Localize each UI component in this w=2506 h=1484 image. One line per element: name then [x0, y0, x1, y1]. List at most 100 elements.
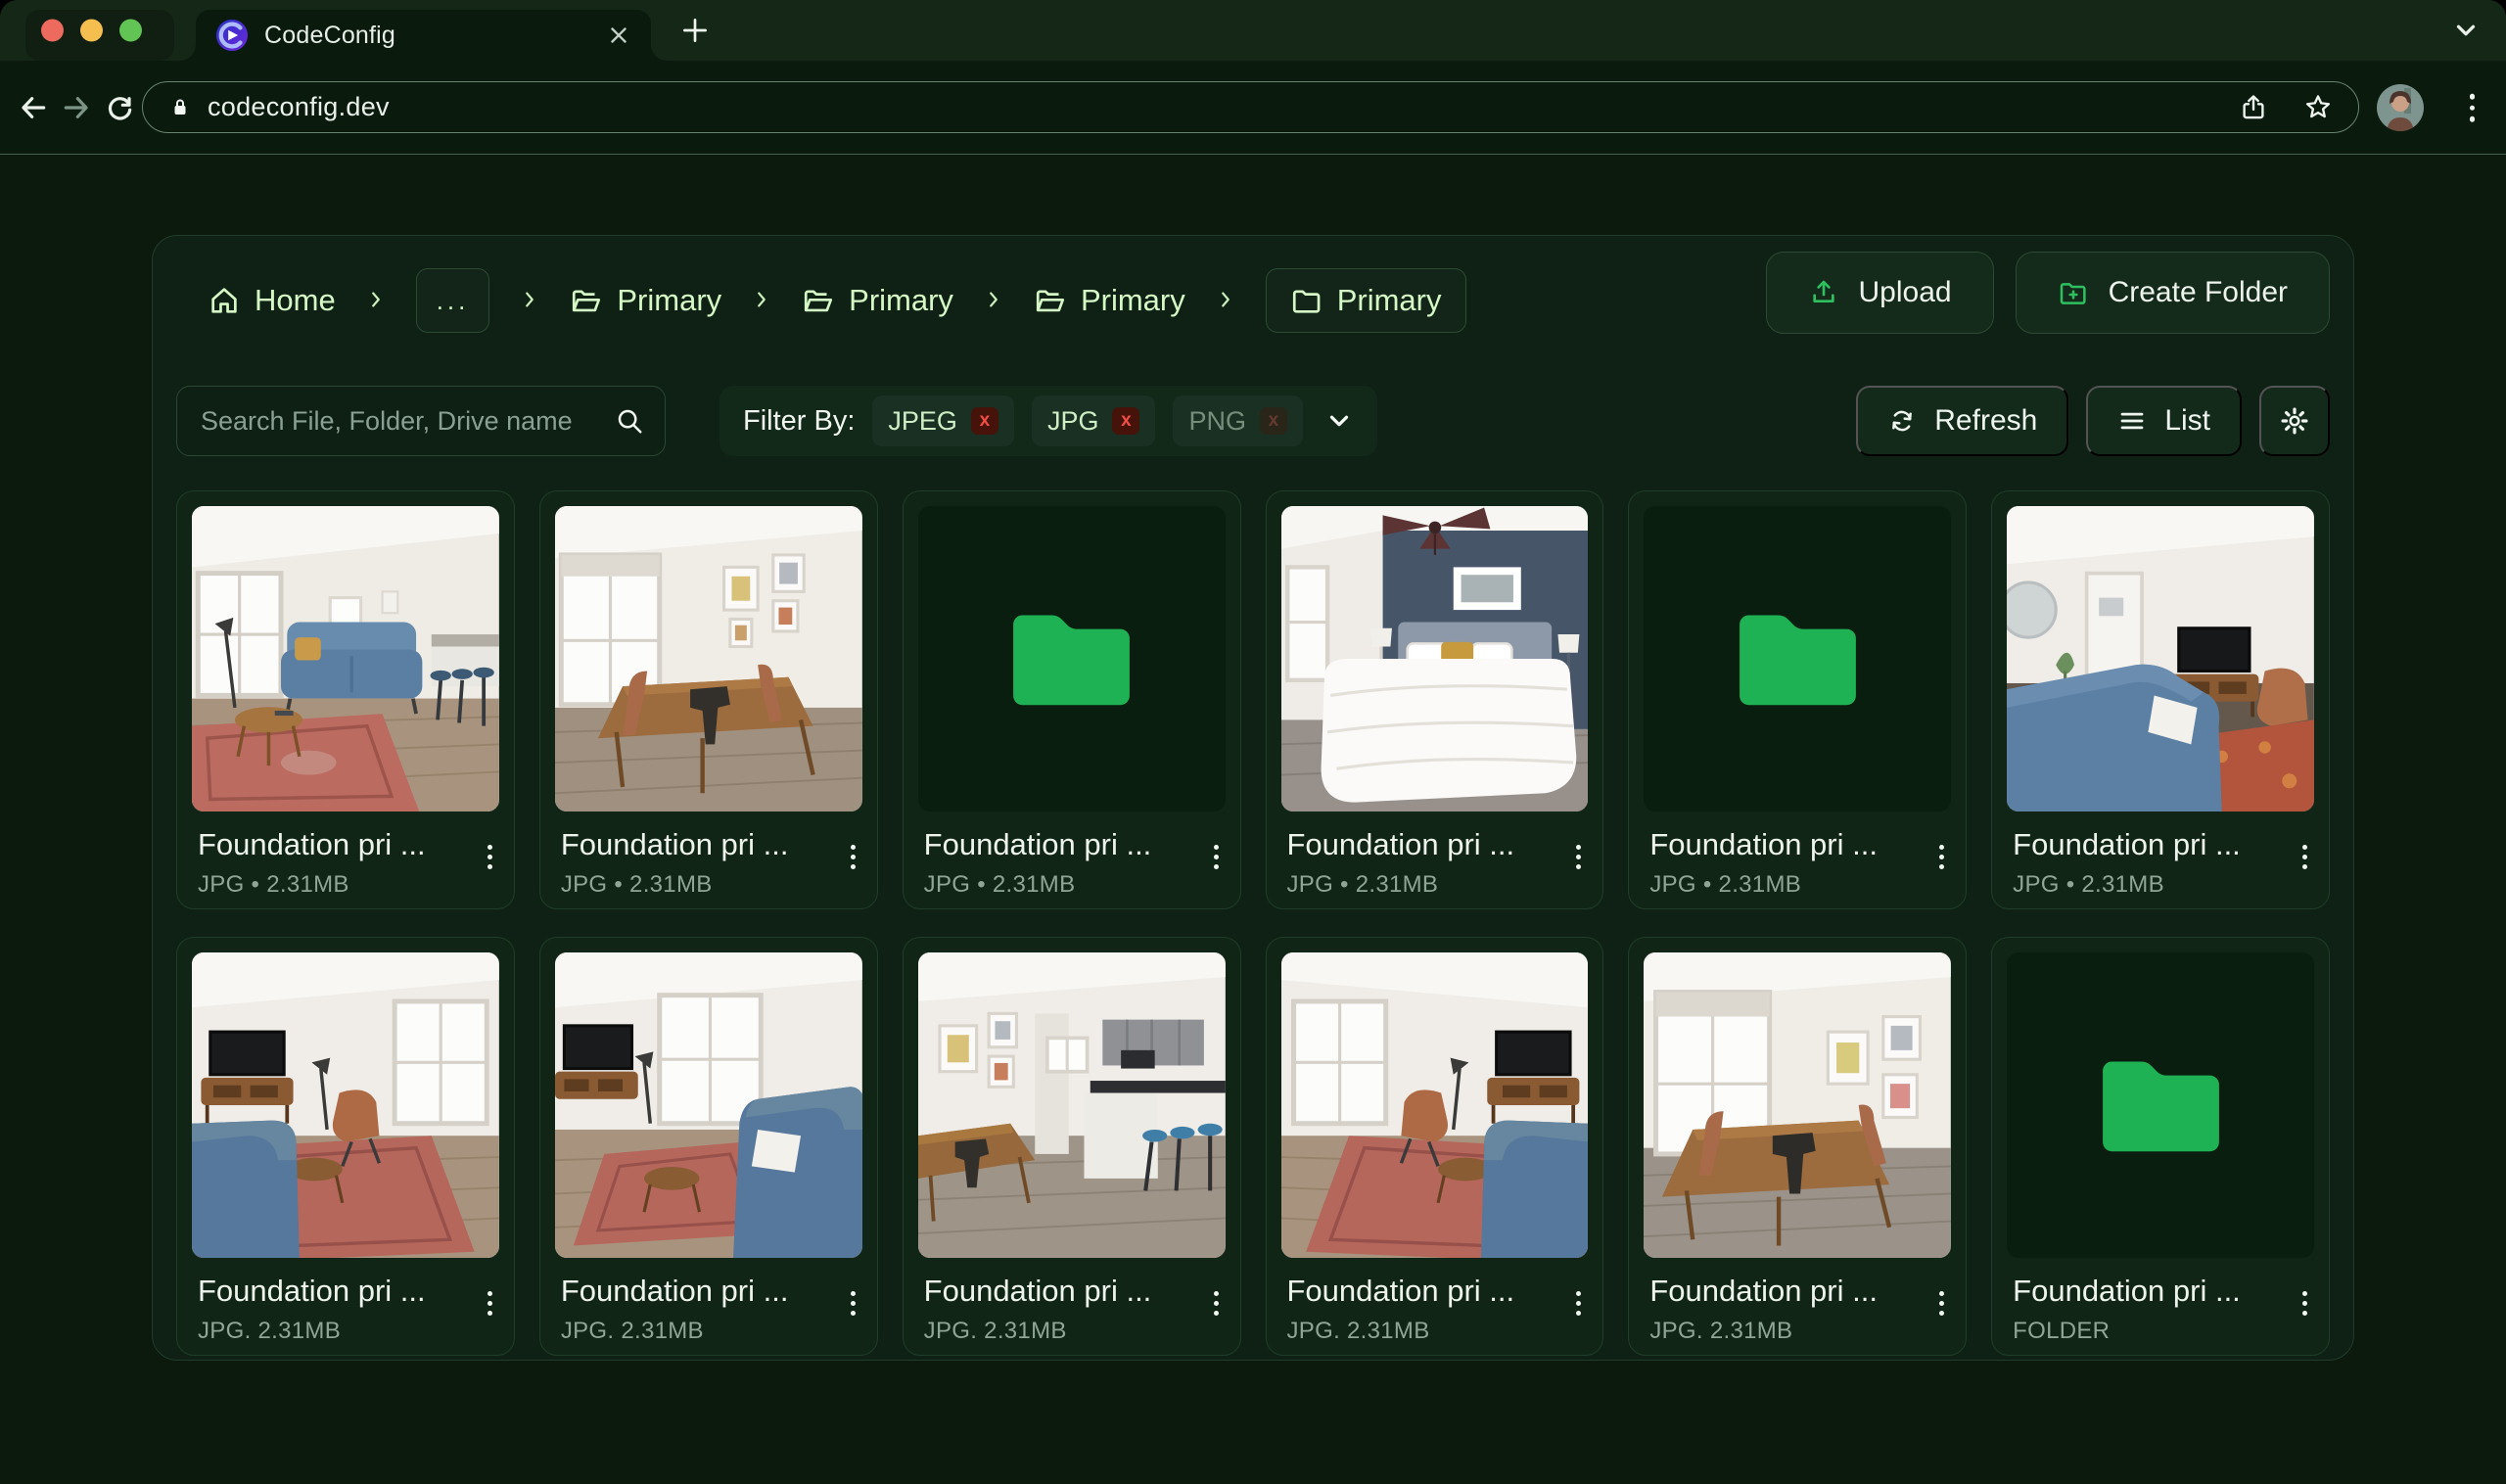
- search-input[interactable]: [176, 386, 666, 456]
- create-folder-label: Create Folder: [2109, 276, 2288, 309]
- breadcrumb-current-folder[interactable]: Primary: [1266, 268, 1466, 333]
- file-meta: JPG. 2.31MB: [198, 1318, 499, 1345]
- folder-icon: [2095, 1051, 2227, 1159]
- filter-chip-png[interactable]: PNG x: [1173, 395, 1303, 446]
- breadcrumb-folder[interactable]: Primary: [802, 283, 953, 318]
- file-menu-kebab-icon[interactable]: [487, 1291, 492, 1316]
- home-icon: [208, 284, 241, 317]
- filter-chip-jpeg[interactable]: JPEG x: [872, 395, 1014, 446]
- bookmark-star-icon[interactable]: [2303, 93, 2333, 122]
- settings-button[interactable]: [2259, 386, 2330, 456]
- file-card[interactable]: Foundation pri ... JPG • 2.31MB: [539, 490, 878, 909]
- minimize-window-button[interactable]: [80, 20, 103, 42]
- list-view-button[interactable]: List: [2086, 386, 2242, 456]
- file-title: Foundation pri ...: [2013, 827, 2314, 862]
- file-meta: JPG. 2.31MB: [1649, 1318, 1951, 1345]
- back-button[interactable]: [14, 88, 53, 127]
- filter-chip-label: JPG: [1047, 406, 1099, 437]
- file-title: Foundation pri ...: [1649, 827, 1951, 862]
- breadcrumb-label: Primary: [849, 283, 953, 318]
- filter-chevron-down-icon[interactable]: [1324, 406, 1354, 436]
- maximize-window-button[interactable]: [119, 20, 142, 42]
- tab-list-chevron-icon[interactable]: [2451, 16, 2481, 45]
- page-content: Home ...: [0, 155, 2506, 1484]
- forward-button[interactable]: [57, 88, 96, 127]
- file-thumbnail: [1281, 952, 1589, 1258]
- file-card[interactable]: Foundation pri ... JPG. 2.31MB: [903, 937, 1241, 1356]
- search-box: [176, 386, 666, 456]
- folder-icon: [1005, 605, 1137, 713]
- profile-avatar[interactable]: [2377, 84, 2424, 131]
- upload-button[interactable]: Upload: [1766, 252, 1994, 334]
- file-title: Foundation pri ...: [561, 827, 862, 862]
- file-card[interactable]: Foundation pri ... JPG. 2.31MB: [539, 937, 878, 1356]
- file-card[interactable]: Foundation pri ... JPG • 2.31MB: [1266, 490, 1604, 909]
- chevron-right-icon: [751, 283, 772, 318]
- breadcrumb-folder[interactable]: Primary: [1034, 283, 1185, 318]
- folder-open-icon: [1034, 284, 1067, 317]
- file-thumbnail: [2007, 952, 2314, 1258]
- file-menu-kebab-icon[interactable]: [1214, 845, 1219, 869]
- breadcrumb-label: Primary: [1081, 283, 1185, 318]
- file-card[interactable]: Foundation pri ... JPG. 2.31MB: [176, 937, 515, 1356]
- file-menu-kebab-icon[interactable]: [1576, 845, 1581, 869]
- file-card[interactable]: Foundation pri ... JPG. 2.31MB: [1628, 937, 1967, 1356]
- refresh-button[interactable]: Refresh: [1856, 386, 2068, 456]
- close-window-button[interactable]: [41, 20, 64, 42]
- file-thumbnail: [1644, 506, 1951, 812]
- lock-icon: [168, 96, 192, 119]
- filter-chip-label: JPEG: [888, 406, 957, 437]
- remove-filter-icon[interactable]: x: [1112, 407, 1139, 435]
- reload-button[interactable]: [100, 88, 139, 127]
- folder-icon: [1290, 284, 1323, 317]
- upload-icon: [1808, 277, 1839, 308]
- file-menu-kebab-icon[interactable]: [487, 845, 492, 869]
- folder-icon: [1732, 605, 1864, 713]
- forward-arrow-icon: [61, 92, 92, 123]
- file-title: Foundation pri ...: [198, 1274, 499, 1309]
- file-menu-kebab-icon[interactable]: [1939, 1291, 1944, 1316]
- chevron-right-icon: [983, 283, 1004, 318]
- file-menu-kebab-icon[interactable]: [2302, 845, 2307, 869]
- new-tab-button[interactable]: [677, 13, 713, 48]
- file-menu-kebab-icon[interactable]: [1214, 1291, 1219, 1316]
- file-menu-kebab-icon[interactable]: [1939, 845, 1944, 869]
- url-field[interactable]: codeconfig.dev: [142, 81, 2359, 133]
- file-title: Foundation pri ...: [198, 827, 499, 862]
- create-folder-button[interactable]: Create Folder: [2016, 252, 2330, 334]
- folder-open-icon: [570, 284, 603, 317]
- browser-tab[interactable]: CodeConfig: [196, 10, 651, 61]
- file-card[interactable]: Foundation pri ... JPG • 2.31MB: [1628, 490, 1967, 909]
- breadcrumb-label: ...: [437, 286, 470, 316]
- browser-menu-kebab-icon[interactable]: [2470, 94, 2476, 122]
- filter-chip-jpg[interactable]: JPG x: [1032, 395, 1156, 446]
- file-card[interactable]: Foundation pri ... FOLDER: [1991, 937, 2330, 1356]
- breadcrumb-label: Primary: [1337, 283, 1442, 318]
- file-card[interactable]: Foundation pri ... JPG. 2.31MB: [1266, 937, 1604, 1356]
- file-title: Foundation pri ...: [2013, 1274, 2314, 1309]
- file-card[interactable]: Foundation pri ... JPG • 2.31MB: [176, 490, 515, 909]
- file-menu-kebab-icon[interactable]: [2302, 1291, 2307, 1316]
- breadcrumb-home[interactable]: Home: [208, 283, 336, 318]
- chevron-right-icon: [519, 283, 540, 318]
- tab-close-icon[interactable]: [606, 23, 631, 48]
- file-thumbnail: [555, 506, 862, 812]
- breadcrumb-folder[interactable]: Primary: [570, 283, 721, 318]
- refresh-label: Refresh: [1934, 404, 2037, 438]
- list-label: List: [2164, 404, 2210, 438]
- file-card[interactable]: Foundation pri ... JPG • 2.31MB: [903, 490, 1241, 909]
- remove-filter-icon: x: [1260, 407, 1287, 435]
- remove-filter-icon[interactable]: x: [971, 407, 998, 435]
- file-meta: JPG • 2.31MB: [924, 871, 1226, 899]
- file-menu-kebab-icon[interactable]: [851, 845, 856, 869]
- file-meta: JPG. 2.31MB: [1287, 1318, 1589, 1345]
- file-title: Foundation pri ...: [1287, 1274, 1589, 1309]
- file-menu-kebab-icon[interactable]: [851, 1291, 856, 1316]
- file-menu-kebab-icon[interactable]: [1576, 1291, 1581, 1316]
- file-card[interactable]: Foundation pri ... JPG • 2.31MB: [1991, 490, 2330, 909]
- file-title: Foundation pri ...: [561, 1274, 862, 1309]
- file-meta: JPG. 2.31MB: [561, 1318, 862, 1345]
- breadcrumb-ellipsis[interactable]: ...: [416, 268, 490, 333]
- breadcrumb-row: Home ...: [208, 257, 2330, 344]
- share-icon[interactable]: [2239, 93, 2268, 122]
